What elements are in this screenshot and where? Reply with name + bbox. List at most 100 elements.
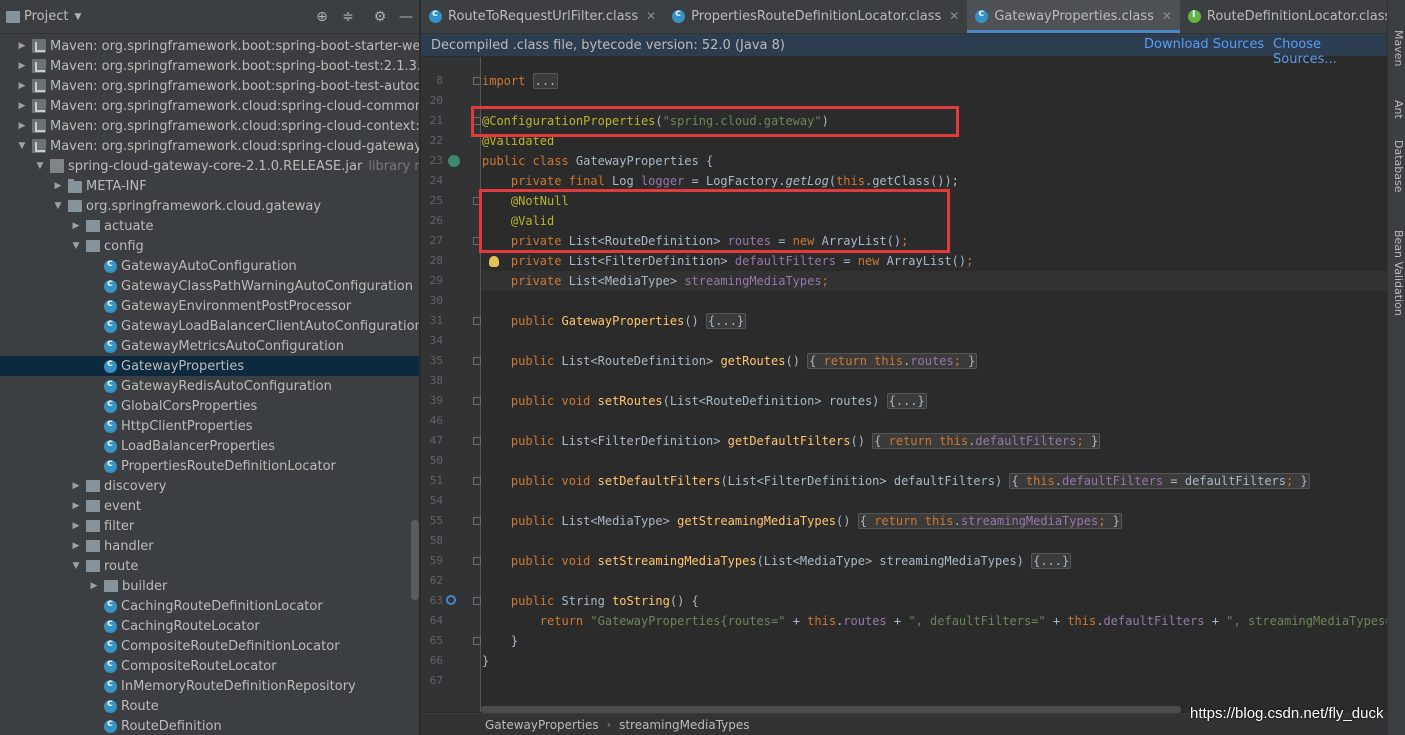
close-icon[interactable]: ✕ <box>949 9 959 23</box>
class-icon <box>104 378 117 393</box>
tree-item[interactable]: ▶ builder <box>0 576 419 596</box>
expanded-arrow-icon[interactable]: ▼ <box>70 241 82 251</box>
tree-item[interactable]: ▶ event <box>0 496 419 516</box>
tab-route-to-request-url-filter[interactable]: RouteToRequestUrlFilter.class ✕ <box>421 0 664 33</box>
fold-marker-icon[interactable] <box>473 317 481 325</box>
locate-icon[interactable]: ⊕ <box>314 9 330 25</box>
collapsed-arrow-icon[interactable]: ▶ <box>70 481 82 491</box>
tool-tab-bean-validation[interactable]: Bean Validation <box>1389 230 1405 316</box>
tree-item[interactable]: ▶ handler <box>0 536 419 556</box>
fold-marker-icon[interactable] <box>473 557 481 565</box>
collapsed-arrow-icon[interactable]: ▶ <box>16 41 28 51</box>
fold-marker-icon[interactable] <box>473 597 481 605</box>
breadcrumb-class[interactable]: GatewayProperties <box>485 718 599 732</box>
tool-tab-maven[interactable]: Maven <box>1389 30 1405 66</box>
download-sources-link[interactable]: Download Sources <box>1144 37 1264 52</box>
tree-item[interactable]: Route <box>0 696 419 716</box>
tree-item[interactable]: ▶ Maven: org.springframework.cloud:spring… <box>0 96 419 116</box>
tree-item-label: RouteDefinition <box>121 718 222 734</box>
expanded-arrow-icon[interactable]: ▼ <box>16 141 28 151</box>
tree-item[interactable]: ▼ Maven: org.springframework.cloud:spring… <box>0 136 419 156</box>
tree-item[interactable]: CachingRouteLocator <box>0 616 419 636</box>
gear-icon[interactable]: ⚙ <box>372 9 388 25</box>
tree-item[interactable]: ▶ META-INF <box>0 176 419 196</box>
tree-item[interactable]: ▼ route <box>0 556 419 576</box>
tree-item[interactable]: LoadBalancerProperties <box>0 436 419 456</box>
override-icon[interactable] <box>446 595 456 605</box>
collapsed-arrow-icon[interactable]: ▶ <box>70 521 82 531</box>
breadcrumb-member[interactable]: streamingMediaTypes <box>619 718 749 732</box>
collapsed-arrow-icon[interactable]: ▶ <box>70 221 82 231</box>
collapse-all-icon[interactable]: ≑ <box>340 9 356 25</box>
project-view-title[interactable]: Project <box>24 9 68 24</box>
code-line-29: private List<MediaType> streamingMediaTy… <box>510 274 829 288</box>
bulb-icon[interactable] <box>489 256 499 267</box>
line-number: 22 <box>429 134 443 147</box>
tree-item[interactable]: ▼ config <box>0 236 419 256</box>
tree-item[interactable]: GatewayAutoConfiguration <box>0 256 419 276</box>
collapsed-arrow-icon[interactable]: ▶ <box>16 61 28 71</box>
tool-tab-database[interactable]: Database <box>1389 140 1405 193</box>
tree-item[interactable]: GatewayRedisAutoConfiguration <box>0 376 419 396</box>
collapsed-arrow-icon[interactable]: ▶ <box>70 541 82 551</box>
fold-marker-icon[interactable] <box>473 77 481 85</box>
collapsed-arrow-icon[interactable]: ▶ <box>88 581 100 591</box>
collapsed-arrow-icon[interactable]: ▶ <box>16 121 28 131</box>
expanded-arrow-icon[interactable]: ▼ <box>52 201 64 211</box>
fold-marker-icon[interactable] <box>473 437 481 445</box>
chevron-down-icon[interactable]: ▼ <box>74 12 81 22</box>
fold-marker-icon[interactable] <box>473 637 481 645</box>
tree-item[interactable]: InMemoryRouteDefinitionRepository <box>0 676 419 696</box>
line-number: 46 <box>429 414 443 427</box>
hide-icon[interactable]: — <box>398 9 414 25</box>
tree-item[interactable]: GatewayMetricsAutoConfiguration <box>0 336 419 356</box>
tool-tab-ant[interactable]: Ant <box>1389 100 1405 119</box>
package-icon <box>104 580 118 592</box>
class-icon <box>104 718 117 733</box>
tree-item[interactable]: PropertiesRouteDefinitionLocator <box>0 456 419 476</box>
tab-gateway-properties[interactable]: GatewayProperties.class ✕ <box>967 0 1180 33</box>
collapsed-arrow-icon[interactable]: ▶ <box>16 101 28 111</box>
collapsed-arrow-icon[interactable]: ▶ <box>70 501 82 511</box>
tree-item[interactable]: ▶ Maven: org.springframework.boot:spring-… <box>0 76 419 96</box>
tree-item[interactable]: ▶ filter <box>0 516 419 536</box>
tree-item-label: LoadBalancerProperties <box>121 438 276 454</box>
tree-item-label: route <box>104 558 139 574</box>
tree-item[interactable]: HttpClientProperties <box>0 416 419 436</box>
fold-marker-icon[interactable] <box>473 357 481 365</box>
tree-item[interactable]: ▶ Maven: org.springframework.boot:spring-… <box>0 56 419 76</box>
close-icon[interactable]: ✕ <box>646 9 656 23</box>
tree-item[interactable]: RouteDefinition <box>0 716 419 735</box>
horizontal-scrollbar[interactable] <box>481 706 1181 713</box>
implemented-icon[interactable] <box>448 155 460 167</box>
collapsed-arrow-icon[interactable]: ▶ <box>52 181 64 191</box>
expanded-arrow-icon[interactable]: ▼ <box>70 561 82 571</box>
code-editor[interactable]: 8 20 21 22 23 24 25 26 27 28 29 30 31 34 35 38 39 46 47 50 5… <box>421 57 1387 712</box>
tab-route-definition-locator[interactable]: RouteDefinitionLocator.class ✕ <box>1180 0 1387 33</box>
decompiled-info-bar: Decompiled .class file, bytecode version… <box>421 34 1387 67</box>
package-icon <box>86 500 100 512</box>
close-icon[interactable]: ✕ <box>1162 9 1172 23</box>
tree-item-label: PropertiesRouteDefinitionLocator <box>121 458 336 474</box>
tree-item[interactable]: CachingRouteDefinitionLocator <box>0 596 419 616</box>
tree-scrollbar[interactable] <box>411 520 419 600</box>
expanded-arrow-icon[interactable]: ▼ <box>34 161 46 171</box>
tab-properties-route-definition-locator[interactable]: PropertiesRouteDefinitionLocator.class ✕ <box>664 0 967 33</box>
fold-marker-icon[interactable] <box>473 477 481 485</box>
fold-marker-icon[interactable] <box>473 517 481 525</box>
tree-item[interactable]: GatewayEnvironmentPostProcessor <box>0 296 419 316</box>
tree-item[interactable]: CompositeRouteDefinitionLocator <box>0 636 419 656</box>
tree-item[interactable]: GatewayProperties <box>0 356 419 376</box>
tree-item[interactable]: ▶ Maven: org.springframework.boot:spring-… <box>0 36 419 56</box>
collapsed-arrow-icon[interactable]: ▶ <box>16 81 28 91</box>
tree-item[interactable]: ▼ org.springframework.cloud.gateway <box>0 196 419 216</box>
tree-item[interactable]: ▼ spring-cloud-gateway-core-2.1.0.RELEASE… <box>0 156 419 176</box>
tree-item[interactable]: ▶ actuate <box>0 216 419 236</box>
tree-item[interactable]: ▶ Maven: org.springframework.cloud:spring… <box>0 116 419 136</box>
fold-marker-icon[interactable] <box>473 397 481 405</box>
tree-item[interactable]: CompositeRouteLocator <box>0 656 419 676</box>
tree-item[interactable]: GatewayClassPathWarningAutoConfiguration <box>0 276 419 296</box>
tree-item[interactable]: ▶ discovery <box>0 476 419 496</box>
tree-item[interactable]: GatewayLoadBalancerClientAutoConfigurati… <box>0 316 419 336</box>
tree-item[interactable]: GlobalCorsProperties <box>0 396 419 416</box>
